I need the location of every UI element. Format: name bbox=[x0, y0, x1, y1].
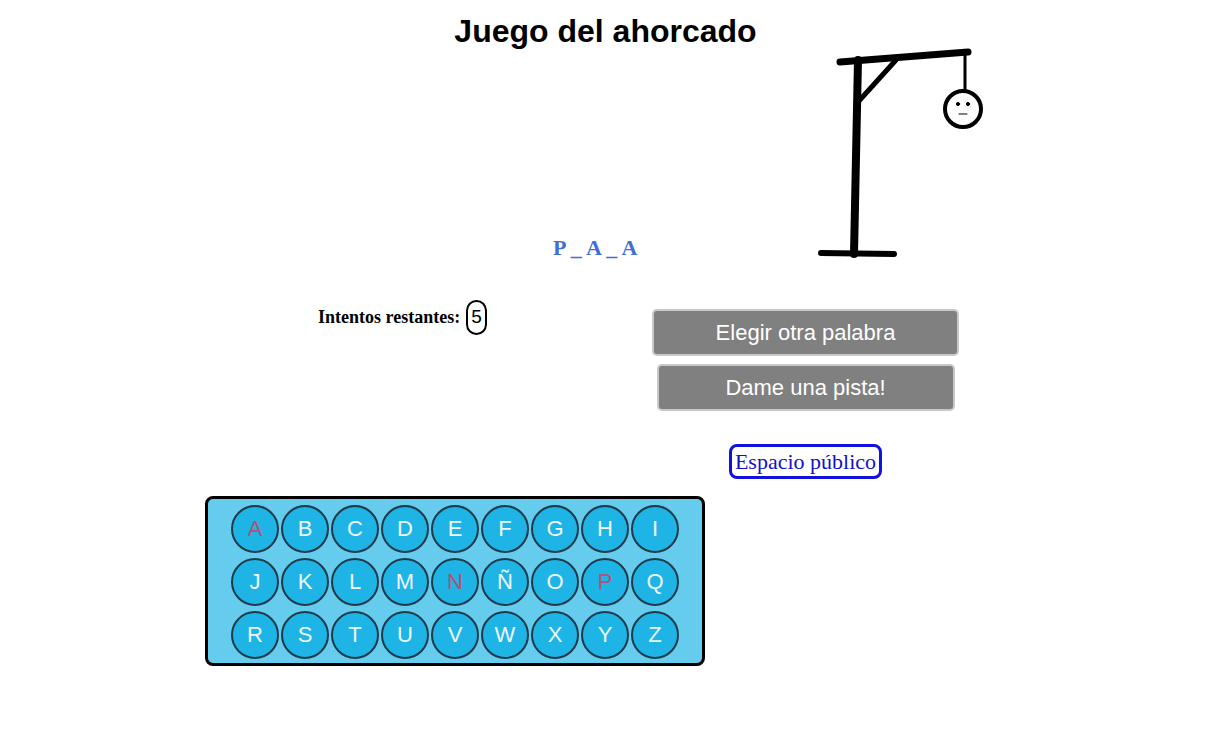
letter-key[interactable]: K bbox=[281, 558, 329, 606]
attempts: Intentos restantes:5 bbox=[318, 300, 652, 479]
letter-key[interactable]: L bbox=[331, 558, 379, 606]
letter-key[interactable]: J bbox=[231, 558, 279, 606]
hangman-page: Juego del ahorcado P _ A _ A Intentos rest… bbox=[0, 0, 1211, 749]
letter-key[interactable]: F bbox=[481, 505, 529, 553]
letter-key[interactable]: B bbox=[281, 505, 329, 553]
letter-key[interactable]: D bbox=[381, 505, 429, 553]
letter-key[interactable]: W bbox=[481, 611, 529, 659]
game-board: P _ A _ A bbox=[0, 48, 1211, 262]
letter-key[interactable]: U bbox=[381, 611, 429, 659]
attempts-label: Intentos restantes: bbox=[318, 304, 460, 331]
letter-key[interactable]: I bbox=[631, 505, 679, 553]
letter-key[interactable]: C bbox=[331, 505, 379, 553]
controls-row: Intentos restantes:5Elegir otra palabraD… bbox=[0, 300, 1211, 479]
letter-key[interactable]: V bbox=[431, 611, 479, 659]
letter-keyboard: ABCDEFGHI JKLMNÑOPQ RSTUVWXYZ bbox=[205, 496, 705, 666]
letter-key[interactable]: S bbox=[281, 611, 329, 659]
letter-key[interactable]: M bbox=[381, 558, 429, 606]
letter-key[interactable]: E bbox=[431, 505, 479, 553]
action-button[interactable]: Dame una pista! bbox=[657, 364, 955, 411]
letter-key[interactable]: P bbox=[581, 558, 629, 606]
letter-key[interactable]: R bbox=[231, 611, 279, 659]
letter-key[interactable]: Ñ bbox=[481, 558, 529, 606]
action-button[interactable]: Elegir otra palabra bbox=[652, 309, 959, 356]
letter-key[interactable]: N bbox=[431, 558, 479, 606]
letter-key[interactable]: G bbox=[531, 505, 579, 553]
letter-key[interactable]: X bbox=[531, 611, 579, 659]
letter-key[interactable]: A bbox=[231, 505, 279, 553]
letter-key[interactable]: O bbox=[531, 558, 579, 606]
word-display: P _ A _ A bbox=[553, 234, 653, 262]
attempts-badge: 5 bbox=[466, 300, 487, 335]
public-space-link[interactable]: Espacio público bbox=[729, 444, 882, 479]
hangman-drawing-icon bbox=[818, 48, 988, 262]
letter-key[interactable]: Z bbox=[631, 611, 679, 659]
letter-key[interactable]: H bbox=[581, 505, 629, 553]
letter-key[interactable]: Y bbox=[581, 611, 629, 659]
page-title: Juego del ahorcado bbox=[0, 0, 1211, 48]
letter-key[interactable]: Q bbox=[631, 558, 679, 606]
actions-column: Elegir otra palabra Dame una pista! Espaci… bbox=[652, 300, 959, 479]
letter-key[interactable]: T bbox=[331, 611, 379, 659]
